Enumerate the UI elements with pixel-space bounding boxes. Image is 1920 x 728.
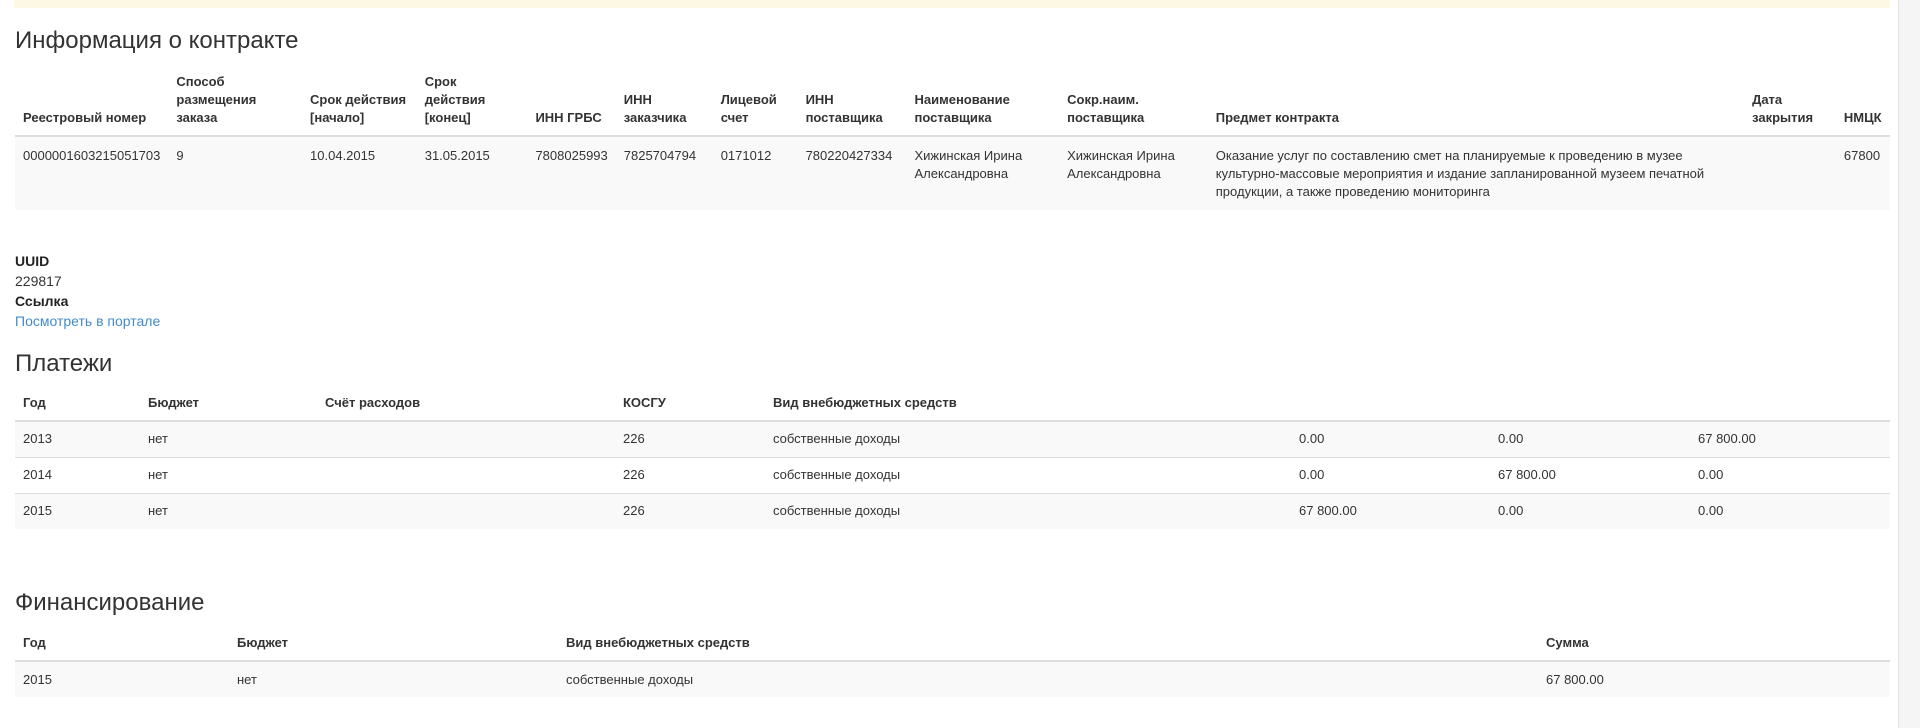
cell-offbudget-type: собственные доходы: [765, 420, 1291, 457]
cell-supplier-short-name: Хижинская Ирина Александровна: [1059, 135, 1208, 210]
col-end-date: Срок действия [конец]: [416, 73, 528, 137]
col-supplier-short-name: Сокр.наим. поставщика: [1059, 73, 1208, 137]
table-row: 2014 нет 226 собственные доходы 0.00 67 …: [15, 456, 1890, 493]
cell-inn-supplier: 780220427334: [797, 135, 907, 210]
contract-section-title: Информация о контракте: [15, 27, 299, 54]
contract-header-row: Реестровый номер Способ размещения заказ…: [15, 73, 1890, 137]
cell-amount-3: 67 800.00: [1690, 420, 1890, 457]
cell-expense-account: [317, 456, 615, 493]
col-kosgu: КОСГУ: [615, 394, 765, 422]
col-nmck: НМЦК: [1835, 73, 1890, 137]
cell-amount-3: 0.00: [1690, 492, 1890, 529]
cell-close-date: [1744, 135, 1836, 210]
cell-expense-account: [317, 420, 615, 457]
col-supplier-name: Наименование поставщика: [906, 73, 1060, 137]
cell-amount-3: 0.00: [1690, 456, 1890, 493]
cell-kosgu: 226: [615, 456, 765, 493]
col-year: Год: [15, 394, 140, 422]
col-expense-account: Счёт расходов: [317, 394, 615, 422]
col-registry-number: Реестровый номер: [15, 73, 169, 137]
cell-sum: 67 800.00: [1538, 660, 1890, 697]
cell-personal-account: 0171012: [712, 135, 798, 210]
cell-amount-2: 67 800.00: [1490, 456, 1690, 493]
cell-amount-1: 67 800.00: [1291, 492, 1490, 529]
cell-budget: нет: [140, 456, 317, 493]
col-amount-3: [1690, 394, 1890, 422]
cell-kosgu: 226: [615, 492, 765, 529]
col-budget: Бюджет: [229, 634, 558, 662]
contract-meta: UUID 229817 Ссылка Посмотреть в портале: [15, 251, 160, 331]
cell-offbudget-type: собственные доходы: [558, 660, 1538, 697]
col-close-date: Дата закрытия: [1744, 73, 1836, 137]
uuid-label: UUID: [15, 253, 50, 269]
financing-section-title: Финансирование: [15, 589, 205, 616]
portal-link[interactable]: Посмотреть в портале: [15, 313, 160, 329]
uuid-value: 229817: [15, 273, 62, 289]
cell-contract-subject: Оказание услуг по составлению смет на пл…: [1207, 135, 1745, 210]
cell-amount-1: 0.00: [1291, 456, 1490, 493]
col-personal-account: Лицевой счет: [712, 73, 798, 137]
cell-year: 2015: [15, 492, 140, 529]
col-offbudget-type: Вид внебюджетных средств: [765, 394, 1291, 422]
cell-offbudget-type: собственные доходы: [765, 492, 1291, 529]
cell-end-date: 31.05.2015: [416, 135, 528, 210]
cell-year: 2014: [15, 456, 140, 493]
cell-amount-2: 0.00: [1490, 420, 1690, 457]
payments-header-row: Год Бюджет Счёт расходов КОСГУ Вид внебю…: [15, 394, 1890, 422]
col-sum: Сумма: [1538, 634, 1890, 662]
cell-expense-account: [317, 492, 615, 529]
col-inn-supplier: ИНН поставщика: [797, 73, 907, 137]
cell-amount-2: 0.00: [1490, 492, 1690, 529]
table-row: 2013 нет 226 собственные доходы 0.00 0.0…: [15, 420, 1890, 457]
scrollbar[interactable]: [1898, 0, 1920, 728]
payments-section-title: Платежи: [15, 350, 113, 377]
col-amount-1: [1291, 394, 1490, 422]
cell-registry-number: 0000001603215051703: [15, 135, 169, 210]
payments-table: Год Бюджет Счёт расходов КОСГУ Вид внебю…: [15, 394, 1890, 529]
col-budget: Бюджет: [140, 394, 317, 422]
table-row: 2015 нет собственные доходы 67 800.00: [15, 660, 1890, 697]
cell-year: 2013: [15, 420, 140, 457]
cell-kosgu: 226: [615, 420, 765, 457]
cell-start-date: 10.04.2015: [302, 135, 417, 210]
col-inn-grbs: ИНН ГРБС: [527, 73, 616, 137]
table-row: 2015 нет 226 собственные доходы 67 800.0…: [15, 492, 1890, 529]
cell-inn-grbs: 7808025993: [527, 135, 616, 210]
alert-band: [14, 0, 1890, 8]
cell-supplier-name: Хижинская Ирина Александровна: [906, 135, 1060, 210]
financing-header-row: Год Бюджет Вид внебюджетных средств Сумм…: [15, 634, 1890, 662]
cell-inn-customer: 7825704794: [615, 135, 713, 210]
financing-table: Год Бюджет Вид внебюджетных средств Сумм…: [15, 634, 1890, 697]
cell-year: 2015: [15, 660, 229, 697]
cell-budget: нет: [229, 660, 558, 697]
col-contract-subject: Предмет контракта: [1207, 73, 1745, 137]
cell-amount-1: 0.00: [1291, 420, 1490, 457]
cell-budget: нет: [140, 420, 317, 457]
cell-nmck: 67800: [1835, 135, 1890, 210]
cell-placement-method: 9: [168, 135, 303, 210]
cell-offbudget-type: собственные доходы: [765, 456, 1291, 493]
cell-budget: нет: [140, 492, 317, 529]
contract-table: Реестровый номер Способ размещения заказ…: [15, 73, 1890, 210]
col-year: Год: [15, 634, 229, 662]
link-label: Ссылка: [15, 293, 69, 309]
col-placement-method: Способ размещения заказа: [168, 73, 303, 137]
col-offbudget-type: Вид внебюджетных средств: [558, 634, 1538, 662]
col-start-date: Срок действия [начало]: [302, 73, 417, 137]
col-amount-2: [1490, 394, 1690, 422]
col-inn-customer: ИНН заказчика: [615, 73, 713, 137]
table-row: 0000001603215051703 9 10.04.2015 31.05.2…: [15, 135, 1890, 210]
